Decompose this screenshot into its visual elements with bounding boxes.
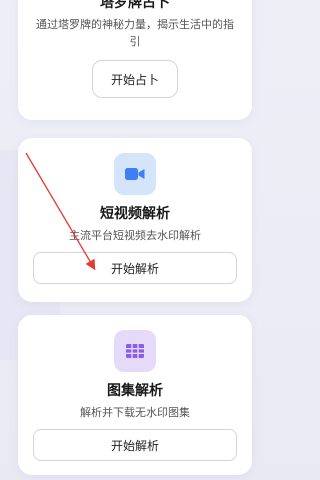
short-video-card: 短视频解析 主流平台短视频去水印解析 开始解析 xyxy=(18,138,252,302)
short-video-description: 主流平台短视频去水印解析 xyxy=(69,229,201,242)
start-divination-button[interactable]: 开始占卜 xyxy=(92,60,178,98)
short-video-title: 短视频解析 xyxy=(100,206,170,222)
start-gallery-parse-button[interactable]: 开始解析 xyxy=(33,429,237,461)
start-video-parse-button[interactable]: 开始解析 xyxy=(33,252,237,284)
video-camera-icon xyxy=(114,153,156,195)
gallery-description: 解析并下载无水印图集 xyxy=(80,406,190,419)
tarot-card: 塔罗牌占卜 通过塔罗牌的神秘力量，揭示生活中的指引 开始占卜 xyxy=(18,0,252,120)
tarot-title: 塔罗牌占卜 xyxy=(100,0,170,11)
gallery-title: 图集解析 xyxy=(107,383,163,399)
gallery-card: 图集解析 解析并下载无水印图集 开始解析 xyxy=(18,315,252,475)
tarot-description: 通过塔罗牌的神秘力量，揭示生活中的指引 xyxy=(36,18,234,48)
image-grid-icon xyxy=(114,330,156,372)
